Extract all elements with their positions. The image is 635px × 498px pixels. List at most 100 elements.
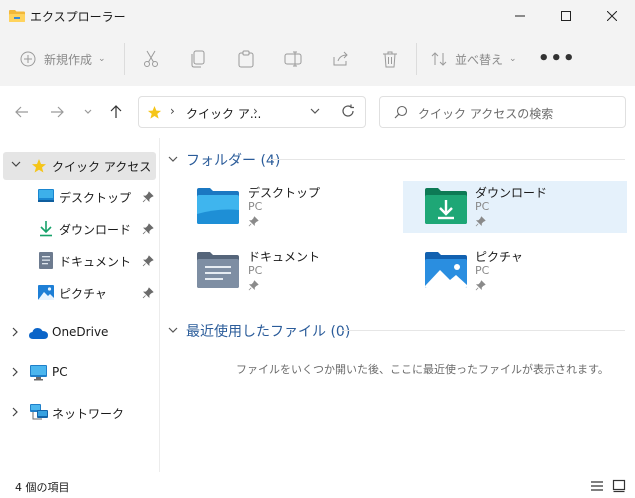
sort-button[interactable]: 並べ替え ⌄ <box>431 46 517 72</box>
pin-icon <box>142 223 154 235</box>
new-button[interactable]: 新規作成 ⌄ <box>20 46 106 72</box>
folders-section-title: フォルダー (4) <box>186 153 281 169</box>
sidebar-item-onedrive[interactable]: OneDrive <box>0 319 160 347</box>
folder-name: デスクトップ <box>248 186 321 200</box>
chevron-right-icon[interactable] <box>11 367 19 380</box>
folder-location: PC <box>248 264 263 277</box>
large-icons-view-icon[interactable] <box>612 479 626 493</box>
chevron-down-icon <box>84 109 92 114</box>
up-button[interactable] <box>106 102 126 122</box>
sidebar-item-pc[interactable]: PC <box>0 359 160 387</box>
folder-location: PC <box>475 200 490 213</box>
folder-tile-pictures[interactable]: ピクチャ PC <box>403 245 627 297</box>
sidebar-item-label: ネットワーク <box>52 407 125 421</box>
recent-files-section-title: 最近使用したファイル (0) <box>186 324 351 340</box>
delete-button[interactable] <box>380 49 400 69</box>
pin-icon <box>142 191 154 203</box>
search-icon <box>394 105 408 119</box>
documents-folder-icon <box>197 252 239 288</box>
recent-locations-button[interactable] <box>78 102 98 122</box>
sidebar-item-network[interactable]: ネットワーク <box>0 399 160 427</box>
folder-tile-documents[interactable]: ドキュメント PC <box>176 245 400 297</box>
download-folder-icon <box>425 188 467 224</box>
sidebar-item-downloads[interactable]: ダウンロード <box>0 215 160 243</box>
pin-icon <box>475 280 486 291</box>
rename-button[interactable] <box>283 49 303 69</box>
arrow-right-icon <box>51 106 64 118</box>
breadcrumb-quick-access[interactable]: クイック ア... <box>186 105 261 122</box>
cut-button[interactable] <box>141 49 161 69</box>
sidebar-item-label: ドキュメント <box>59 255 132 269</box>
cloud-icon <box>29 328 48 339</box>
breadcrumb-separator[interactable]: › <box>253 104 258 118</box>
folder-tile-desktop[interactable]: デスクトップ PC <box>176 181 400 233</box>
sidebar-item-desktop[interactable]: デスクトップ <box>0 183 160 211</box>
minimize-button[interactable] <box>497 0 543 32</box>
address-bar[interactable]: › クイック ア... › <box>138 96 366 128</box>
chevron-down-icon: ⌄ <box>509 54 517 64</box>
folder-tile-downloads[interactable]: ダウンロード PC <box>403 181 627 233</box>
search-field[interactable]: クイック アクセスの検索 <box>379 96 626 128</box>
chevron-down-icon[interactable] <box>309 105 321 117</box>
forward-button[interactable] <box>47 102 67 122</box>
copy-button[interactable] <box>188 49 208 69</box>
sort-icon <box>431 52 447 66</box>
document-icon <box>39 252 53 269</box>
scissors-icon <box>144 50 158 67</box>
pin-icon <box>248 280 259 291</box>
network-icon <box>30 404 48 420</box>
chevron-right-icon[interactable] <box>11 407 19 420</box>
refresh-icon[interactable] <box>341 104 355 118</box>
recent-files-section-header[interactable]: 最近使用したファイル (0) <box>168 321 350 341</box>
arrow-up-icon <box>110 105 122 118</box>
details-view-icon[interactable] <box>590 479 604 493</box>
back-button[interactable] <box>12 102 32 122</box>
close-icon <box>607 11 617 21</box>
chevron-down-icon[interactable] <box>11 160 21 171</box>
pictures-folder-icon <box>425 252 467 288</box>
copy-icon <box>191 50 205 68</box>
desktop-icon <box>38 189 54 202</box>
command-bar: 新規作成 ⌄ 並べ替え ⌄ ••• <box>0 32 635 86</box>
sidebar-item-quick-access[interactable]: クイック アクセス <box>3 152 156 180</box>
breadcrumb-separator: › <box>170 104 175 118</box>
recent-files-empty-message: ファイルをいくつか開いた後、ここに最近使ったファイルが表示されます。 <box>236 363 609 376</box>
star-icon <box>32 159 46 173</box>
sort-button-label: 並べ替え <box>455 52 504 67</box>
chevron-right-icon[interactable] <box>11 327 19 340</box>
paste-button[interactable] <box>236 49 256 69</box>
folder-name: ダウンロード <box>475 186 548 200</box>
rename-icon <box>284 51 302 67</box>
section-divider <box>342 330 625 331</box>
sidebar-item-label: PC <box>52 365 68 379</box>
pin-icon <box>142 287 154 299</box>
share-button[interactable] <box>331 49 351 69</box>
chevron-down-icon: ⌄ <box>98 54 106 64</box>
sidebar-item-pictures[interactable]: ピクチャ <box>0 279 160 307</box>
window-title: エクスプローラー <box>30 10 126 24</box>
pc-icon <box>30 365 47 381</box>
trash-icon <box>383 51 397 68</box>
sidebar-item-documents[interactable]: ドキュメント <box>0 247 160 275</box>
minimize-icon <box>515 15 525 17</box>
plus-circle-icon <box>20 51 36 67</box>
sidebar-item-label: クイック アクセス <box>52 160 152 174</box>
folder-name: ドキュメント <box>248 250 321 264</box>
maximize-button[interactable] <box>543 0 589 32</box>
more-options-button[interactable]: ••• <box>538 48 576 69</box>
search-placeholder: クイック アクセスの検索 <box>418 107 554 121</box>
arrow-left-icon <box>15 106 28 118</box>
toolbar-divider <box>124 43 125 75</box>
pin-icon <box>142 255 154 267</box>
share-icon <box>333 51 348 66</box>
pin-icon <box>248 216 259 227</box>
sidebar-item-label: ピクチャ <box>59 287 107 301</box>
folder-name: ピクチャ <box>475 250 523 264</box>
folders-section-header[interactable]: フォルダー (4) <box>168 150 280 170</box>
close-button[interactable] <box>589 0 635 32</box>
desktop-folder-icon <box>197 188 239 224</box>
title-bar: エクスプローラー <box>0 0 635 32</box>
toolbar-divider <box>416 43 417 75</box>
section-divider <box>270 159 625 160</box>
pin-icon <box>475 216 486 227</box>
